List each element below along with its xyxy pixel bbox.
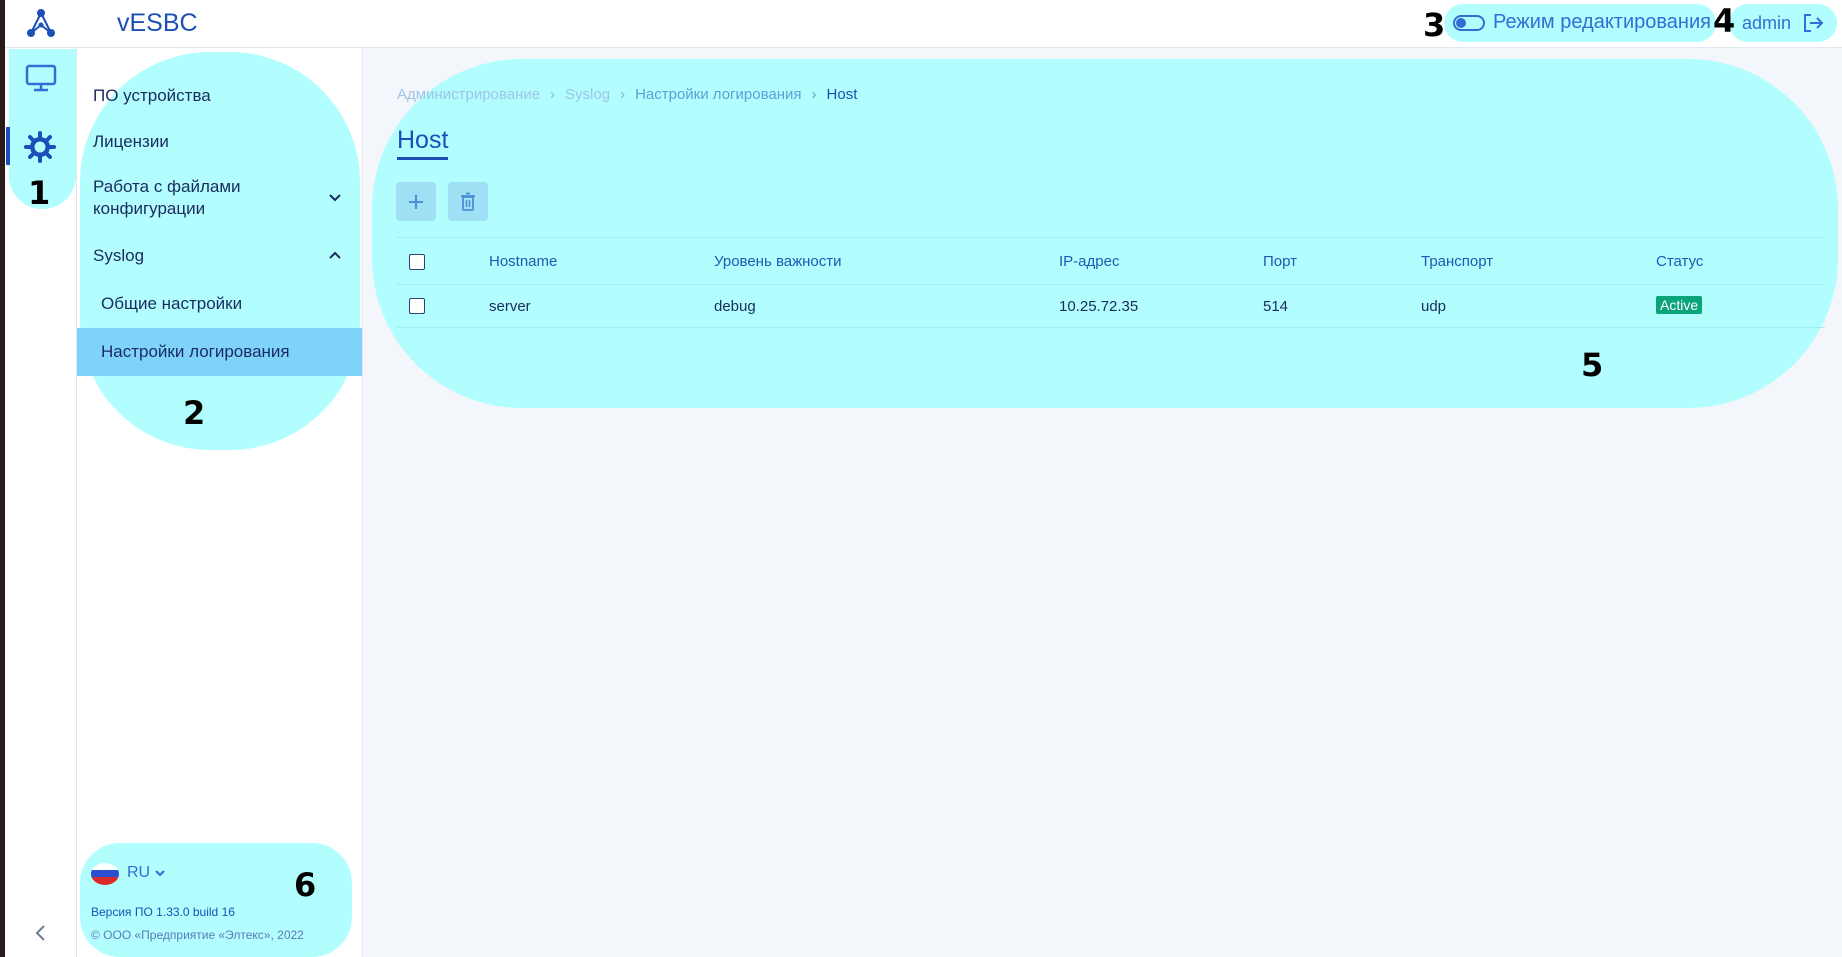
breadcrumb-separator-icon: › — [620, 86, 626, 103]
cell-severity: debug — [714, 298, 756, 315]
nav-item-logging-settings[interactable]: Настройки логирования — [77, 328, 362, 376]
table-row[interactable]: server debug 10.25.72.35 514 udp Active — [397, 285, 1825, 327]
breadcrumb-current: Host — [826, 86, 858, 103]
nav-item-logging-settings-label: Настройки логирования — [101, 342, 290, 361]
app-logo-icon[interactable] — [25, 7, 57, 39]
breadcrumb: Администрирование › Syslog › Настройки л… — [397, 86, 857, 103]
active-rail-indicator — [6, 127, 10, 165]
breadcrumb-separator-icon: › — [811, 86, 817, 103]
nav-item-config-files-line2: конфигурации — [93, 199, 206, 218]
nav-item-syslog[interactable]: Syslog — [93, 245, 144, 267]
breadcrumb-item[interactable]: Администрирование — [397, 86, 540, 103]
page-title: Host — [397, 126, 449, 160]
annotation-4: 4 — [1713, 2, 1736, 40]
annotation-2: 2 — [183, 394, 206, 432]
column-header-port[interactable]: Порт — [1263, 253, 1297, 270]
gear-icon[interactable] — [24, 131, 56, 163]
delete-button[interactable] — [448, 182, 488, 221]
column-header-ip[interactable]: IP-адрес — [1059, 253, 1119, 270]
language-select[interactable]: RU — [127, 864, 150, 882]
cell-hostname: server — [489, 298, 531, 315]
nav-item-general-settings[interactable]: Общие настройки — [101, 293, 242, 315]
chevron-down-icon[interactable] — [328, 192, 342, 204]
table-top-border — [397, 237, 1825, 238]
app-title: vESBC — [117, 9, 198, 37]
status-badge: Active — [1656, 296, 1703, 314]
nav-item-licenses[interactable]: Лицензии — [93, 131, 169, 153]
chevron-up-icon[interactable] — [328, 249, 342, 261]
chevron-left-icon[interactable] — [33, 923, 47, 943]
row-checkbox[interactable] — [409, 298, 425, 314]
table-bottom-border — [397, 327, 1825, 328]
cell-ip: 10.25.72.35 — [1059, 298, 1139, 315]
select-all-checkbox[interactable] — [409, 254, 425, 270]
breadcrumb-separator-icon: › — [550, 86, 556, 103]
russia-flag-icon — [91, 863, 119, 885]
breadcrumb-item[interactable]: Настройки логирования — [635, 86, 801, 103]
annotation-5: 5 — [1581, 346, 1604, 384]
nav-item-config-files-line1: Работа с файлами — [93, 177, 241, 196]
add-button[interactable] — [396, 182, 436, 221]
annotation-3: 3 — [1423, 6, 1446, 44]
language-chevron-icon[interactable] — [154, 868, 166, 878]
trash-icon — [461, 192, 475, 211]
user-name[interactable]: admin — [1742, 13, 1791, 34]
nav-item-device-software[interactable]: ПО устройства — [93, 85, 211, 107]
column-header-severity[interactable]: Уровень важности — [714, 253, 842, 270]
software-version: Версия ПО 1.33.0 build 16 — [91, 905, 235, 919]
plus-icon — [409, 194, 423, 209]
table-header-row: Hostname Уровень важности IP-адрес Порт … — [397, 239, 1825, 284]
column-header-transport[interactable]: Транспорт — [1421, 253, 1493, 270]
column-header-hostname[interactable]: Hostname — [489, 253, 557, 270]
logout-icon[interactable] — [1802, 13, 1824, 33]
edit-mode-toggle[interactable] — [1453, 15, 1485, 31]
nav-item-config-files[interactable]: Работа с файлами конфигурации — [93, 176, 353, 220]
copyright: © ООО «Предприятие «Элтекс», 2022 — [91, 928, 304, 942]
cell-transport: udp — [1421, 298, 1447, 315]
annotation-6: 6 — [294, 866, 317, 904]
edit-mode-label[interactable]: Режим редактирования — [1493, 11, 1711, 34]
annotation-1: 1 — [28, 174, 51, 212]
highlight-zone-main — [372, 59, 1838, 408]
monitor-icon[interactable] — [25, 64, 57, 92]
cell-port: 514 — [1263, 298, 1289, 315]
toggle-knob — [1456, 18, 1466, 28]
column-header-status[interactable]: Статус — [1656, 253, 1703, 270]
breadcrumb-item[interactable]: Syslog — [565, 86, 610, 103]
